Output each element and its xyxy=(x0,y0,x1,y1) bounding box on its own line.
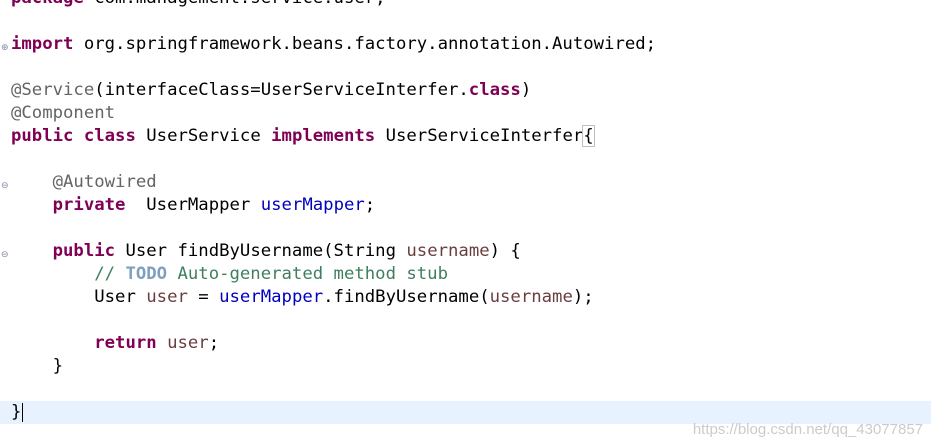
code-line: // TODO Auto-generated method stub xyxy=(11,263,931,286)
keyword: class xyxy=(468,80,521,100)
local-variable: user xyxy=(167,333,209,353)
code-text: } xyxy=(11,402,22,422)
code-text: = xyxy=(187,287,220,307)
code-line: @Component xyxy=(11,102,931,125)
code-text: ) xyxy=(520,80,532,100)
code-text: User xyxy=(94,287,147,307)
fold-collapse-icon[interactable]: ⊖ xyxy=(1,182,9,191)
fold-expand-icon[interactable]: ⊕ xyxy=(1,44,9,53)
todo-tag: TODO xyxy=(125,264,168,284)
parameter: username xyxy=(406,241,490,261)
annotation: @Autowired xyxy=(52,172,157,192)
annotation: @Service xyxy=(11,80,95,100)
code-line: return user; xyxy=(11,332,931,355)
keyword: public xyxy=(52,241,116,261)
code-text: ) { xyxy=(489,241,521,261)
code-text: (interfaceClass=UserServiceInterfer. xyxy=(94,80,469,100)
comment: Auto-generated method stub xyxy=(167,264,448,284)
keyword: package xyxy=(11,0,84,8)
watermark: https://blog.csdn.net/qq_43077857 xyxy=(692,421,923,438)
code-text: com.management.service.user; xyxy=(84,0,385,8)
code-line: User user = userMapper.findByUsername(us… xyxy=(11,286,931,309)
code-text: org.springframework.beans.factory.annota… xyxy=(73,34,657,54)
keyword: public xyxy=(11,126,74,146)
code-text: } xyxy=(52,356,64,376)
matching-bracket: { xyxy=(582,125,595,147)
text-cursor xyxy=(22,402,24,422)
code-line: public User findByUsername(String userna… xyxy=(11,240,931,263)
fold-collapse-icon[interactable]: ⊖ xyxy=(1,251,9,260)
keyword: private xyxy=(52,195,126,215)
code-line: } xyxy=(11,355,931,378)
code-editor[interactable]: package com.management.service.user; imp… xyxy=(0,0,931,424)
code-text: UserService xyxy=(135,126,272,146)
code-line: package com.management.service.user; xyxy=(11,0,931,10)
code-line: @Autowired xyxy=(11,171,931,194)
code-line: private UserMapper userMapper; xyxy=(11,194,931,217)
code-line: @Service(interfaceClass=UserServiceInter… xyxy=(11,79,931,102)
keyword: implements xyxy=(271,126,376,146)
annotation: @Component xyxy=(11,103,116,123)
keyword: class xyxy=(83,126,136,146)
field-name: userMapper xyxy=(219,287,324,307)
parameter: username xyxy=(489,287,573,307)
code-line: import org.springframework.beans.factory… xyxy=(11,33,931,56)
code-text: ; xyxy=(364,195,376,215)
code-text: .findByUsername( xyxy=(323,287,490,307)
code-text: UserServiceInterfer xyxy=(375,126,584,146)
code-text: User findByUsername(String xyxy=(115,241,407,261)
keyword: return xyxy=(94,333,157,353)
code-text: UserMapper xyxy=(125,195,261,215)
field-name: userMapper xyxy=(260,195,365,215)
editor-gutter xyxy=(0,0,9,448)
code-line: public class UserService implements User… xyxy=(11,125,931,148)
code-text: ; xyxy=(208,333,220,353)
keyword: import xyxy=(11,34,74,54)
comment: // xyxy=(94,264,126,284)
local-variable: user xyxy=(146,287,188,307)
code-text: ); xyxy=(572,287,594,307)
